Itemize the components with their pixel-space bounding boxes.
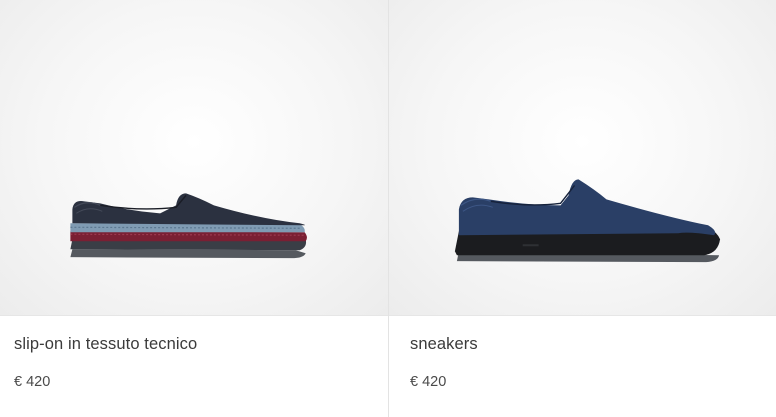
product-price: € 420 xyxy=(410,374,447,390)
product-info: slip-on in tessuto tecnico € 420 xyxy=(0,316,388,417)
product-name[interactable]: slip-on in tessuto tecnico xyxy=(14,335,197,354)
slip-on-shoe-image xyxy=(70,193,307,259)
product-card[interactable]: slip-on in tessuto tecnico € 420 xyxy=(0,0,388,417)
product-grid: slip-on in tessuto tecnico € 420 sneaker… xyxy=(0,0,776,417)
product-info: sneakers € 420 xyxy=(389,316,776,417)
sneaker-shoe-image xyxy=(454,179,721,263)
shoe-upper xyxy=(458,179,716,236)
shoe-upper xyxy=(72,193,305,226)
product-image[interactable] xyxy=(389,0,776,316)
shoe-stripe-red xyxy=(70,231,307,242)
product-price: € 420 xyxy=(14,374,51,390)
shoe-outsole xyxy=(70,249,306,259)
product-image[interactable] xyxy=(0,0,388,316)
product-card[interactable]: sneakers € 420 xyxy=(388,0,776,417)
product-name[interactable]: sneakers xyxy=(410,335,478,354)
